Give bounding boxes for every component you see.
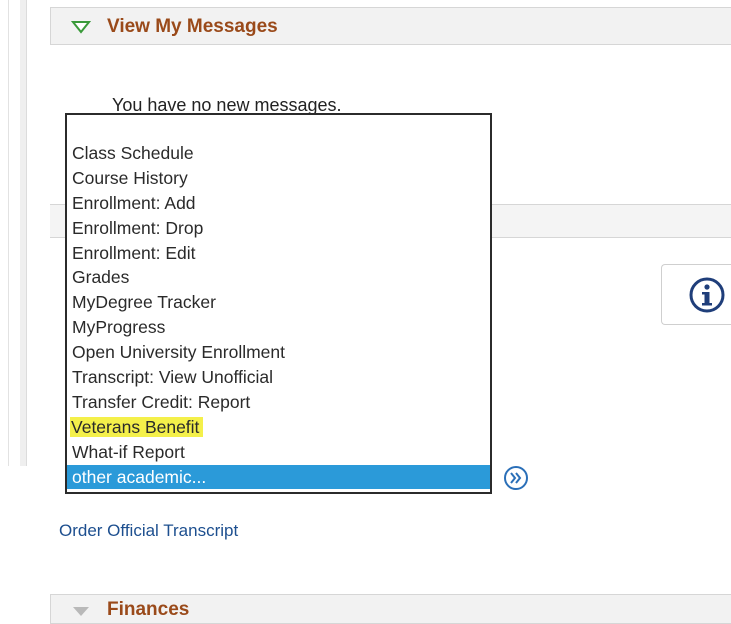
triangle-down-green-icon[interactable] — [70, 20, 92, 39]
triangle-down-gray-icon[interactable] — [71, 605, 91, 623]
highlight-mark: Veterans Benefit — [70, 416, 204, 437]
dropdown-option-enrollment-edit[interactable]: Enrollment: Edit — [67, 241, 490, 266]
info-box[interactable] — [661, 264, 731, 325]
dropdown-option-enrollment-add[interactable]: Enrollment: Add — [67, 191, 490, 216]
dropdown-option-what-if-report[interactable]: What-if Report — [67, 440, 490, 465]
dropdown-option-open-university-enrollment[interactable]: Open University Enrollment — [67, 340, 490, 365]
academics-dropdown-list[interactable]: Class Schedule Course History Enrollment… — [65, 113, 492, 494]
dropdown-option-other-academic[interactable]: other academic... — [67, 464, 490, 490]
dropdown-option-grades[interactable]: Grades — [67, 265, 490, 290]
dropdown-option-enrollment-drop[interactable]: Enrollment: Drop — [67, 216, 490, 241]
dropdown-option-class-schedule[interactable]: Class Schedule — [67, 141, 490, 166]
left-frame-divider — [8, 0, 27, 466]
finances-panel-header[interactable]: Finances — [50, 594, 731, 624]
info-icon[interactable] — [688, 276, 726, 319]
dropdown-option-myprogress[interactable]: MyProgress — [67, 315, 490, 340]
double-chevron-right-icon[interactable] — [503, 465, 529, 491]
dropdown-option-transfer-credit-report[interactable]: Transfer Credit: Report — [67, 390, 490, 415]
dropdown-option-veterans-benefit[interactable]: Veterans Benefit — [67, 415, 490, 440]
messages-panel-header[interactable]: View My Messages — [50, 7, 731, 45]
dropdown-option-mydegree-tracker[interactable]: MyDegree Tracker — [67, 290, 490, 315]
messages-panel-title: View My Messages — [107, 16, 278, 37]
order-official-transcript-link[interactable]: Order Official Transcript — [59, 521, 238, 541]
dropdown-option-transcript-view-unofficial[interactable]: Transcript: View Unofficial — [67, 365, 490, 390]
finances-panel-title: Finances — [107, 599, 190, 620]
dropdown-option-course-history[interactable]: Course History — [67, 166, 490, 191]
